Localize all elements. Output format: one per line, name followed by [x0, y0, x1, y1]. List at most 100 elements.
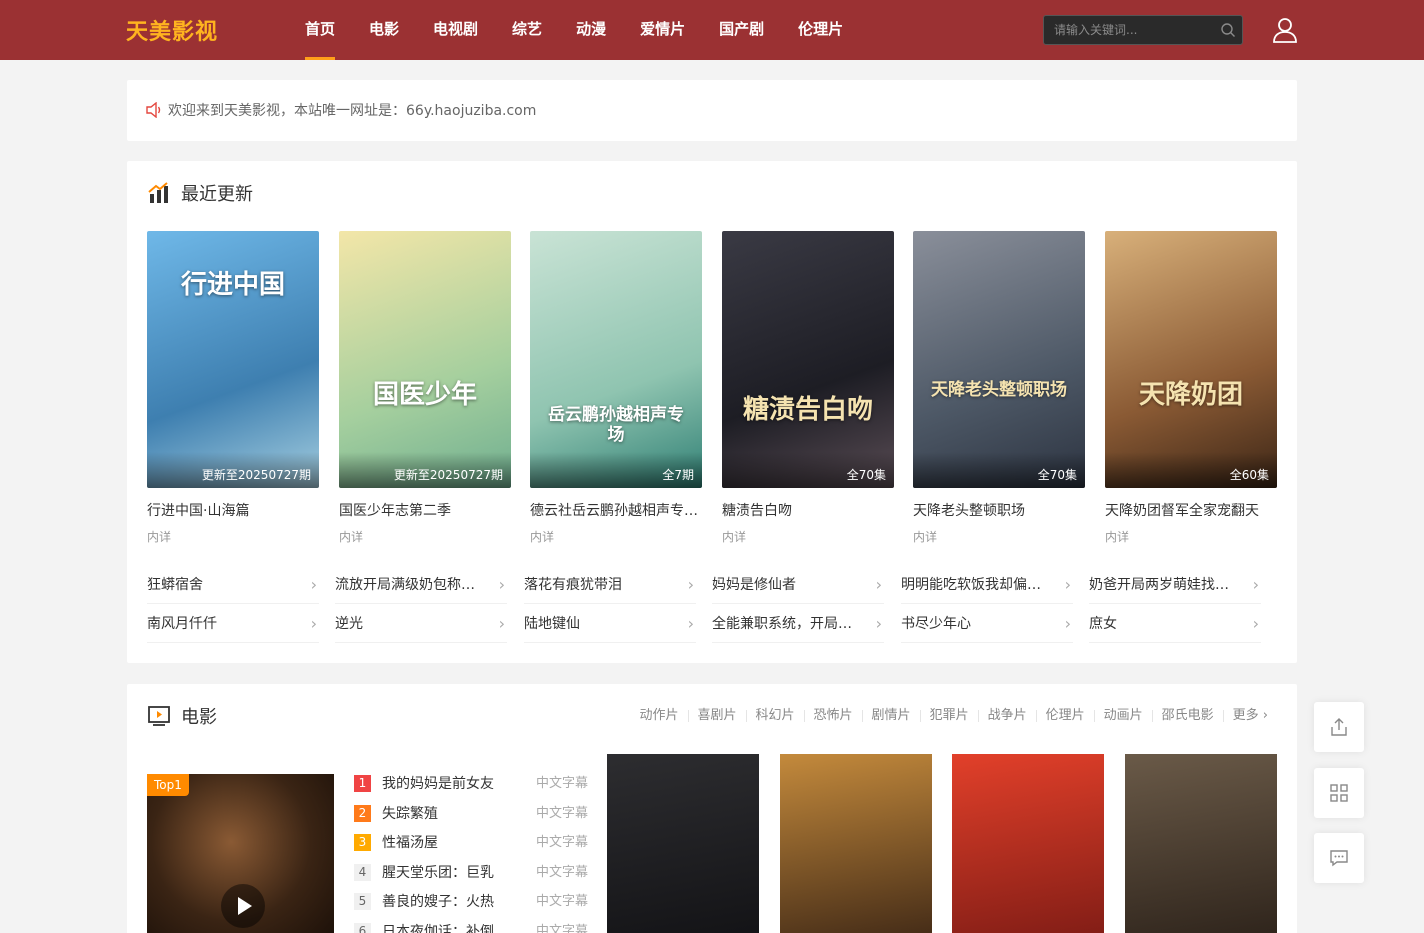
search-icon[interactable]	[1220, 22, 1236, 38]
notice-bar: 欢迎来到天美影视，本站唯一网址是：66y.haojuziba.com	[127, 80, 1297, 141]
rank-title[interactable]: 腥天堂乐团：巨乳	[382, 863, 522, 883]
list-item-title: 落花有痕犹带泪	[524, 577, 622, 593]
top1-tag: Top1	[147, 774, 189, 796]
category-link-4[interactable]: 剧情片	[861, 709, 920, 722]
user-icon[interactable]	[1270, 15, 1300, 45]
rank-item[interactable]: 3 性福汤屋 中文字幕	[354, 833, 588, 863]
qrcode-button[interactable]	[1314, 768, 1364, 818]
message-button[interactable]	[1314, 833, 1364, 883]
video-title[interactable]: 国医少年志第二季	[339, 500, 511, 520]
chevron-right-icon: ›	[875, 614, 882, 633]
list-item[interactable]: 明明能吃软饭我却偏要... ›	[901, 566, 1073, 604]
play-screen-icon	[148, 706, 170, 726]
nav-item-4[interactable]: 动漫	[559, 0, 623, 60]
list-item[interactable]: 逆光 ›	[335, 605, 507, 643]
list-item[interactable]: 全能兼职系统，开局钓... ›	[712, 605, 884, 643]
list-item[interactable]: 落花有痕犹带泪 ›	[524, 566, 696, 604]
message-icon	[1330, 850, 1348, 867]
rank-title[interactable]: 善良的嫂子：火热	[382, 892, 522, 912]
nav-item-5[interactable]: 爱情片	[623, 0, 702, 60]
video-title[interactable]: 行进中国·山海篇	[147, 500, 319, 520]
list-item[interactable]: 奶爸开局两岁萌娃找上门 ›	[1089, 566, 1261, 604]
play-icon[interactable]	[221, 884, 265, 928]
nav-item-6[interactable]: 国产剧	[702, 0, 781, 60]
share-icon	[1331, 718, 1347, 736]
movie-ranking: 1 我的妈妈是前女友 中文字幕 2 失踪繁殖 中文字幕 3 性福汤屋 中文字幕 4 腥天堂乐团：巨乳…	[354, 774, 588, 933]
rank-title[interactable]: 我的妈妈是前女友	[382, 774, 522, 794]
category-link-7[interactable]: 伦理片	[1035, 709, 1094, 722]
nav-item-0[interactable]: 首页	[288, 0, 352, 60]
search-input[interactable]	[1044, 16, 1214, 44]
rank-title[interactable]: 性福汤屋	[382, 833, 522, 853]
poster-art-text: 天降奶团	[1138, 380, 1243, 410]
video-poster[interactable]: 天降老头整顿职场 全70集	[913, 231, 1085, 488]
nav-item-2[interactable]: 电视剧	[416, 0, 495, 60]
site-logo[interactable]: 天美影视	[126, 14, 218, 46]
category-link-1[interactable]: 喜剧片	[687, 709, 746, 722]
video-card[interactable]: 天降老头整顿职场 全70集 天降老头整顿职场 内详	[913, 231, 1085, 545]
movies-panel: 电影 动作片 喜剧片 科幻片 恐怖片 剧情片 犯罪片 战争片 伦理片 动画片 邵氏电影 更多 › T…	[127, 684, 1297, 933]
category-link-0[interactable]: 动作片	[630, 709, 687, 722]
category-link-5[interactable]: 犯罪片	[919, 709, 978, 722]
video-poster[interactable]: 糖渍告白吻 全70集	[722, 231, 894, 488]
nav-item-7[interactable]: 伦理片	[781, 0, 860, 60]
video-title[interactable]: 天降奶团督军全家宠翻天	[1105, 500, 1277, 520]
rank-item[interactable]: 1 我的妈妈是前女友 中文字幕	[354, 774, 588, 804]
video-poster[interactable]: 岳云鹏孙越相声专场 全7期	[530, 231, 702, 488]
movie-poster[interactable]	[607, 754, 759, 933]
top1-poster[interactable]: Top1	[147, 774, 334, 933]
list-item[interactable]: 流放开局满级奶包称霸... ›	[335, 566, 507, 604]
list-item-title: 流放开局满级奶包称霸...	[335, 577, 489, 593]
rank-item[interactable]: 4 腥天堂乐团：巨乳 中文字幕	[354, 863, 588, 893]
video-poster[interactable]: 国医少年 更新至20250727期	[339, 231, 511, 488]
list-item[interactable]: 陆地键仙 ›	[524, 605, 696, 643]
list-item[interactable]: 书尽少年心 ›	[901, 605, 1073, 643]
video-card[interactable]: 国医少年 更新至20250727期 国医少年志第二季 内详	[339, 231, 511, 545]
video-title[interactable]: 糖渍告白吻	[722, 500, 894, 520]
rank-item[interactable]: 6 日本夜伽话：补倒 中文字幕	[354, 922, 588, 933]
category-link-10[interactable]: 更多 ›	[1222, 708, 1277, 723]
recent-title: 最近更新	[147, 181, 253, 205]
rank-item[interactable]: 5 善良的嫂子：火热 中文字幕	[354, 892, 588, 922]
list-item[interactable]: 狂蟒宿舍 ›	[147, 566, 319, 604]
list-item-title: 逆光	[335, 616, 363, 632]
rank-title[interactable]: 日本夜伽话：补倒	[382, 922, 522, 933]
category-link-6[interactable]: 战争片	[977, 709, 1036, 722]
video-card[interactable]: 行进中国 更新至20250727期 行进中国·山海篇 内详	[147, 231, 319, 545]
rank-item[interactable]: 2 失踪繁殖 中文字幕	[354, 804, 588, 834]
nav-item-1[interactable]: 电影	[352, 0, 416, 60]
movie-poster[interactable]	[1125, 754, 1277, 933]
category-link-2[interactable]: 科幻片	[745, 709, 804, 722]
share-button[interactable]	[1314, 702, 1364, 752]
movie-poster[interactable]	[780, 754, 932, 933]
speaker-icon	[146, 102, 161, 118]
rank-title[interactable]: 失踪繁殖	[382, 804, 522, 824]
list-item[interactable]: 妈妈是修仙者 ›	[712, 566, 884, 604]
poster-art-text: 天降老头整顿职场	[931, 380, 1067, 400]
chevron-right-icon: ›	[1258, 708, 1268, 723]
rank-tag: 中文字幕	[535, 776, 588, 791]
rank-tag: 中文字幕	[535, 864, 588, 880]
video-card[interactable]: 天降奶团 全60集 天降奶团督军全家宠翻天 内详	[1105, 231, 1277, 545]
video-poster[interactable]: 行进中国 更新至20250727期	[147, 231, 319, 488]
category-link-3[interactable]: 恐怖片	[803, 709, 862, 722]
nav-item-3[interactable]: 综艺	[495, 0, 559, 60]
rank-number: 4	[354, 863, 371, 881]
video-actors: 内详	[530, 530, 555, 544]
rank-number: 1	[354, 775, 371, 792]
chevron-right-icon: ›	[1252, 614, 1259, 633]
poster-badge: 全7期	[530, 452, 702, 488]
video-card[interactable]: 岳云鹏孙越相声专场全7期德云社岳云鹏孙越相声专场沈阳站 2025 内详	[530, 231, 702, 545]
poster-badge: 全70集	[722, 452, 894, 488]
category-link-9[interactable]: 邵氏电影	[1151, 709, 1223, 722]
video-title[interactable]: 天降老头整顿职场	[913, 500, 1085, 520]
video-poster[interactable]: 天降奶团 全60集	[1105, 231, 1277, 488]
video-card[interactable]: 糖渍告白吻 全70集 糖渍告白吻 内详	[722, 231, 894, 545]
video-title[interactable]: 德云社岳云鹏孙越相声专场沈阳站 2025	[530, 500, 702, 520]
list-item[interactable]: 南风月仟仟 ›	[147, 605, 319, 643]
category-link-8[interactable]: 动画片	[1093, 709, 1152, 722]
poster-badge: 更新至20250727期	[147, 452, 319, 488]
movies-title: 电影	[147, 704, 217, 728]
list-item[interactable]: 庶女 ›	[1089, 605, 1261, 643]
movie-poster[interactable]	[952, 754, 1104, 933]
